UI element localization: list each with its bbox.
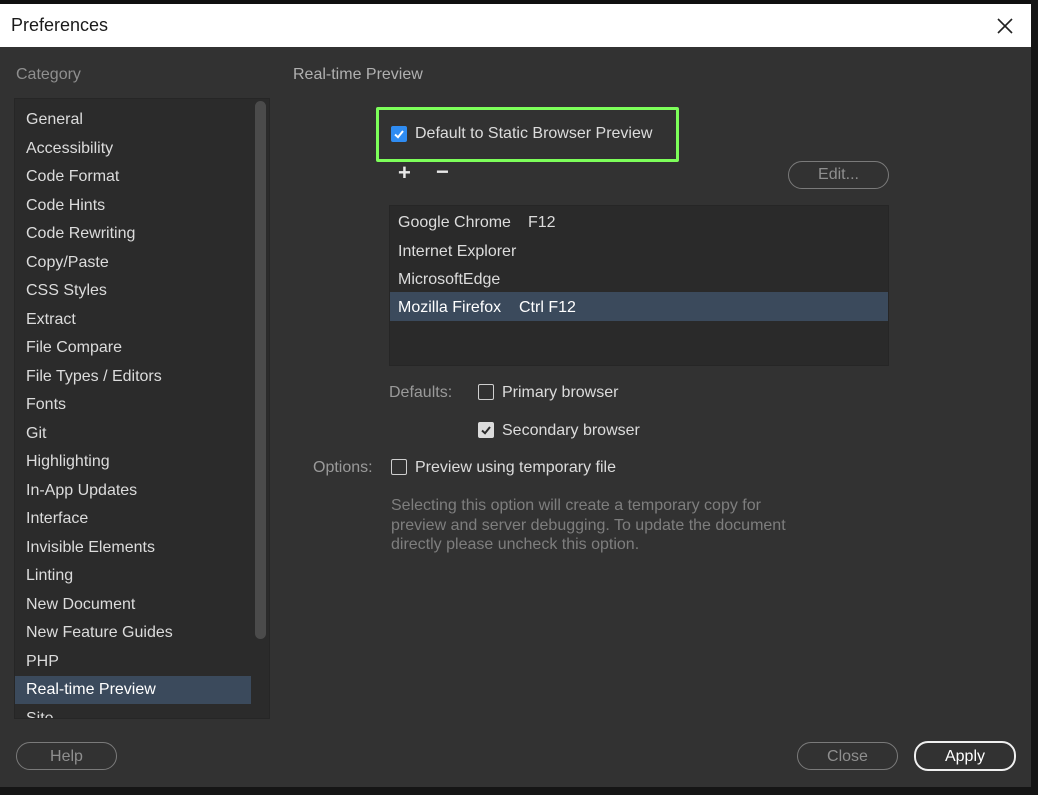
window-bottom-edge bbox=[0, 787, 1038, 795]
category-item-invisible-elements[interactable]: Invisible Elements bbox=[15, 534, 251, 562]
browser-row[interactable]: Internet Explorer bbox=[390, 238, 888, 266]
browser-row[interactable]: MicrosoftEdge bbox=[390, 266, 888, 294]
defaults-label: Defaults: bbox=[389, 384, 453, 401]
category-item-highlighting[interactable]: Highlighting bbox=[15, 448, 251, 476]
dialog-title: Preferences bbox=[11, 15, 109, 35]
category-item-file-types-editors[interactable]: File Types / Editors bbox=[15, 363, 251, 391]
browser-shortcut: F12 bbox=[528, 214, 556, 231]
secondary-browser-label: Secondary browser bbox=[502, 422, 640, 439]
category-item-code-rewriting[interactable]: Code Rewriting bbox=[15, 220, 251, 248]
temp-file-help-text: Selecting this option will create a temp… bbox=[391, 497, 786, 553]
browser-name: Google Chrome bbox=[398, 214, 511, 231]
category-item-general[interactable]: General bbox=[15, 106, 251, 134]
primary-browser-checkbox[interactable] bbox=[478, 384, 494, 400]
category-item-extract[interactable]: Extract bbox=[15, 306, 251, 334]
category-item-accessibility[interactable]: Accessibility bbox=[15, 135, 251, 163]
browser-row-selected[interactable]: Mozilla Firefox Ctrl F12 bbox=[390, 292, 888, 321]
category-item-code-hints[interactable]: Code Hints bbox=[15, 192, 251, 220]
category-item-git[interactable]: Git bbox=[15, 420, 251, 448]
category-item-fonts[interactable]: Fonts bbox=[15, 391, 251, 419]
category-item-in-app-updates[interactable]: In-App Updates bbox=[15, 477, 251, 505]
category-heading: Category bbox=[16, 66, 81, 83]
browser-row[interactable]: Google Chrome F12 bbox=[390, 209, 888, 237]
add-browser-button[interactable]: + bbox=[398, 162, 411, 184]
primary-browser-label: Primary browser bbox=[502, 384, 619, 401]
category-item-copy-paste[interactable]: Copy/Paste bbox=[15, 249, 251, 277]
close-button[interactable]: Close bbox=[797, 742, 898, 770]
category-item-new-document[interactable]: New Document bbox=[15, 591, 251, 619]
category-list[interactable]: General Accessibility Code Format Code H… bbox=[14, 98, 270, 719]
category-item-new-feature-guides[interactable]: New Feature Guides bbox=[15, 619, 251, 647]
apply-button[interactable]: Apply bbox=[914, 741, 1016, 771]
options-label: Options: bbox=[313, 459, 373, 476]
browser-list[interactable]: Google Chrome F12 Internet Explorer Micr… bbox=[389, 205, 889, 366]
preferences-dialog: Preferences Category General Accessibili… bbox=[0, 4, 1031, 787]
browser-name: Mozilla Firefox bbox=[398, 299, 502, 316]
help-button[interactable]: Help bbox=[16, 742, 117, 770]
close-dialog-button[interactable] bbox=[993, 14, 1017, 38]
temp-file-label: Preview using temporary file bbox=[415, 459, 616, 476]
title-bar: Preferences bbox=[0, 4, 1031, 47]
category-item-file-compare[interactable]: File Compare bbox=[15, 334, 251, 362]
section-heading: Real-time Preview bbox=[293, 66, 423, 83]
window-right-edge bbox=[1031, 0, 1038, 795]
category-item-code-format[interactable]: Code Format bbox=[15, 163, 251, 191]
checkmark-icon bbox=[481, 426, 491, 435]
category-item-linting[interactable]: Linting bbox=[15, 562, 251, 590]
category-scrollbar-thumb[interactable] bbox=[255, 101, 266, 639]
category-scrollbar[interactable] bbox=[253, 99, 268, 718]
edit-button[interactable]: Edit... bbox=[788, 161, 889, 189]
static-preview-checkbox[interactable] bbox=[391, 126, 407, 142]
browser-name: MicrosoftEdge bbox=[398, 271, 501, 288]
static-preview-label: Default to Static Browser Preview bbox=[415, 125, 653, 142]
category-item-php[interactable]: PHP bbox=[15, 648, 251, 676]
category-item-interface[interactable]: Interface bbox=[15, 505, 251, 533]
temp-file-checkbox[interactable] bbox=[391, 459, 407, 475]
category-item-css-styles[interactable]: CSS Styles bbox=[15, 277, 251, 305]
category-item-real-time-preview[interactable]: Real-time Preview bbox=[15, 676, 251, 704]
category-item-site[interactable]: Site bbox=[15, 705, 251, 719]
secondary-browser-checkbox[interactable] bbox=[478, 422, 494, 438]
browser-name: Internet Explorer bbox=[398, 242, 517, 260]
close-icon bbox=[997, 18, 1013, 34]
browser-shortcut: Ctrl F12 bbox=[519, 299, 576, 316]
checkmark-icon bbox=[394, 130, 404, 139]
remove-browser-button[interactable]: − bbox=[436, 161, 449, 183]
